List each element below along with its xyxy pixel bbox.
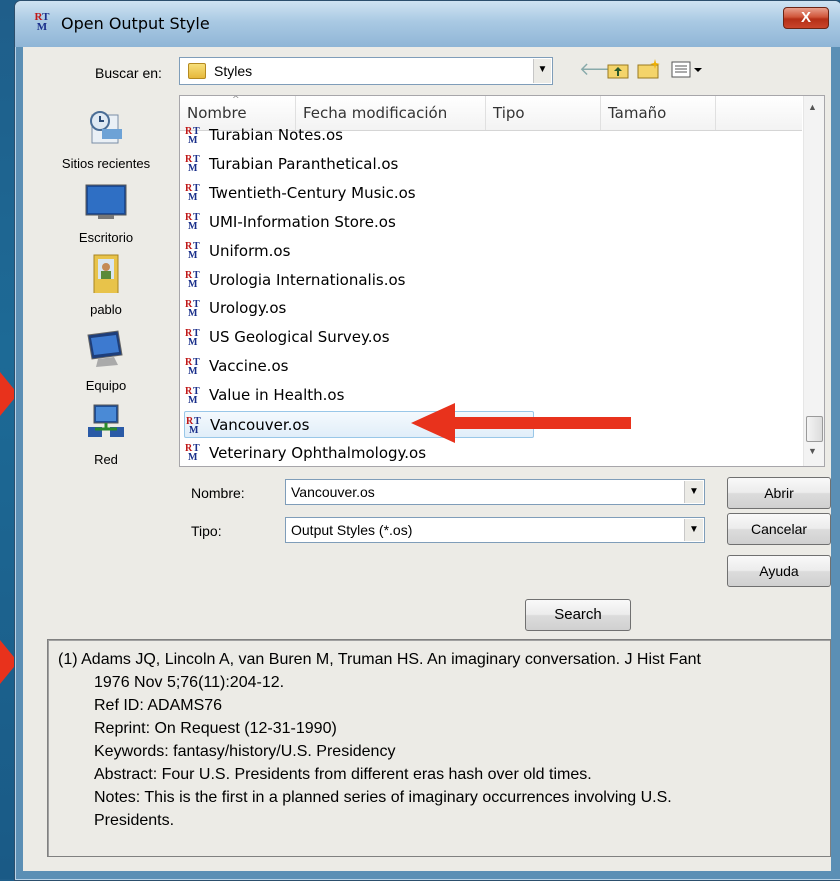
file-name: Urologia Internationalis.os [209,270,406,289]
output-style-file-icon: RTM [185,443,200,464]
file-name: Veterinary Ophthalmology.os [209,443,427,462]
place-label: Escritorio [78,230,134,245]
place-recent[interactable]: Sitios recientes [31,107,181,171]
file-name: Uniform.os [209,241,291,260]
chevron-down-icon[interactable]: ▼ [684,519,703,541]
place-network[interactable]: Red [31,403,181,467]
column-header-size[interactable]: Tamaño [601,96,716,130]
output-style-file-icon: RTM [185,212,200,233]
network-icon [88,404,124,437]
file-row[interactable]: R T M US Geological Survey.os [184,324,534,351]
up-folder-icon[interactable] [607,61,629,79]
file-name: Value in Health.os [209,386,345,405]
preview-line: 1976 Nov 5;76(11):204-12. [94,674,285,691]
chevron-down-icon[interactable]: ▼ [684,481,703,503]
new-folder-icon[interactable] [637,59,661,79]
file-row[interactable]: R T M Urologia Internationalis.os [184,267,534,294]
computer-icon [87,330,123,367]
look-in-value: Styles [214,63,253,79]
search-button[interactable]: Search [525,599,631,631]
file-row[interactable]: R T M Uniform.os [184,238,534,265]
file-name: Twentieth-Century Music.os [209,183,416,202]
window-title: Open Output Style [61,14,210,33]
preview-line: Abstract: Four U.S. Presidents from diff… [94,766,592,783]
file-row[interactable]: R T M Turabian Paranthetical.os [184,151,534,178]
file-name: Vaccine.os [209,357,289,376]
refman-app-icon: RT M [34,11,50,33]
file-name: UMI-Information Store.os [209,212,396,231]
place-desktop[interactable]: Escritorio [31,181,181,245]
output-style-file-icon: RTM [186,415,201,436]
output-style-file-icon: RTM [185,356,200,377]
file-name: Turabian Paranthetical.os [209,154,399,173]
output-style-file-icon: RTM [185,241,200,262]
folder-icon [188,63,206,79]
file-row[interactable]: R T M Twentieth-Century Music.os [184,180,534,207]
scrollbar-thumb[interactable] [806,416,823,442]
annotation-arrow [411,403,631,443]
desktop-icon [85,184,127,219]
place-label: Equipo [85,378,127,393]
place-label: Sitios recientes [61,156,151,171]
chevron-down-icon[interactable]: ▼ [533,59,551,83]
preview-line: Notes: This is the first in a planned se… [94,789,672,806]
close-button[interactable]: X [783,7,829,29]
file-row[interactable]: R T M Vaccine.os [184,353,534,380]
help-button[interactable]: Ayuda [727,555,831,587]
open-output-style-dialog: RT M Open Output Style X Buscar en: Style… [14,0,840,881]
scroll-down-icon[interactable]: ▼ [808,446,817,456]
file-name: Urology.os [209,299,287,318]
file-name: Vancouver.os [210,416,310,434]
file-row[interactable]: R T M Turabian Notes.os [184,122,534,149]
output-style-file-icon: RTM [185,154,200,175]
preview-line: (1) Adams JQ, Lincoln A, van Buren M, Tr… [58,651,701,668]
look-in-label: Buscar en: [95,65,162,81]
user-folder-icon [93,254,119,296]
output-style-file-icon: RTM [185,183,200,204]
look-in-combo[interactable]: Styles ▼ [179,57,553,85]
cancel-button[interactable]: Cancelar [727,513,831,545]
output-style-file-icon: RTM [185,298,200,319]
view-menu-icon[interactable] [671,61,705,79]
place-label: pablo [90,302,122,317]
file-row[interactable]: R T M Urology.os [184,295,534,322]
file-name: US Geological Survey.os [209,328,390,347]
title-bar: RT M Open Output Style X [15,1,840,47]
scroll-up-icon[interactable]: ▲ [808,102,817,112]
file-type-label: Tipo: [191,523,222,539]
file-type-select[interactable]: Output Styles (*.os) ▼ [285,517,705,543]
file-name: Turabian Notes.os [209,126,343,144]
reference-preview: (1) Adams JQ, Lincoln A, van Buren M, Tr… [47,639,831,857]
place-label: Red [94,452,118,467]
file-name-label: Nombre: [191,485,245,501]
output-style-file-icon: RTM [185,327,200,348]
file-name-field[interactable]: Vancouver.os ▼ [285,479,705,505]
sort-ascending-icon: ^ [232,95,240,105]
open-button[interactable]: Abrir [727,477,831,509]
preview-line: Keywords: fantasy/history/U.S. Presidenc… [94,743,396,760]
file-row[interactable]: R T M UMI-Information Store.os [184,209,534,236]
output-style-file-icon: RTM [185,125,200,146]
preview-line: Presidents. [94,812,175,829]
file-name-value: Vancouver.os [291,484,375,500]
output-style-file-icon: RTM [185,385,200,406]
preview-line: Ref ID: ADAMS76 [94,697,223,714]
output-style-file-icon: RTM [185,270,200,290]
file-type-value: Output Styles (*.os) [291,522,413,538]
file-row[interactable]: R T M Veterinary Ophthalmology.os [184,440,534,466]
dialog-client-area: Buscar en: Styles ▼ 🡐 Sitios recientes E… [23,47,831,871]
recent-places-icon [90,111,122,144]
vertical-scrollbar[interactable]: ▲ ▼ [803,96,824,466]
place-user[interactable]: pablo [31,253,181,317]
place-computer[interactable]: Equipo [31,329,181,393]
preview-line: Reprint: On Request (12-31-1990) [94,720,337,737]
